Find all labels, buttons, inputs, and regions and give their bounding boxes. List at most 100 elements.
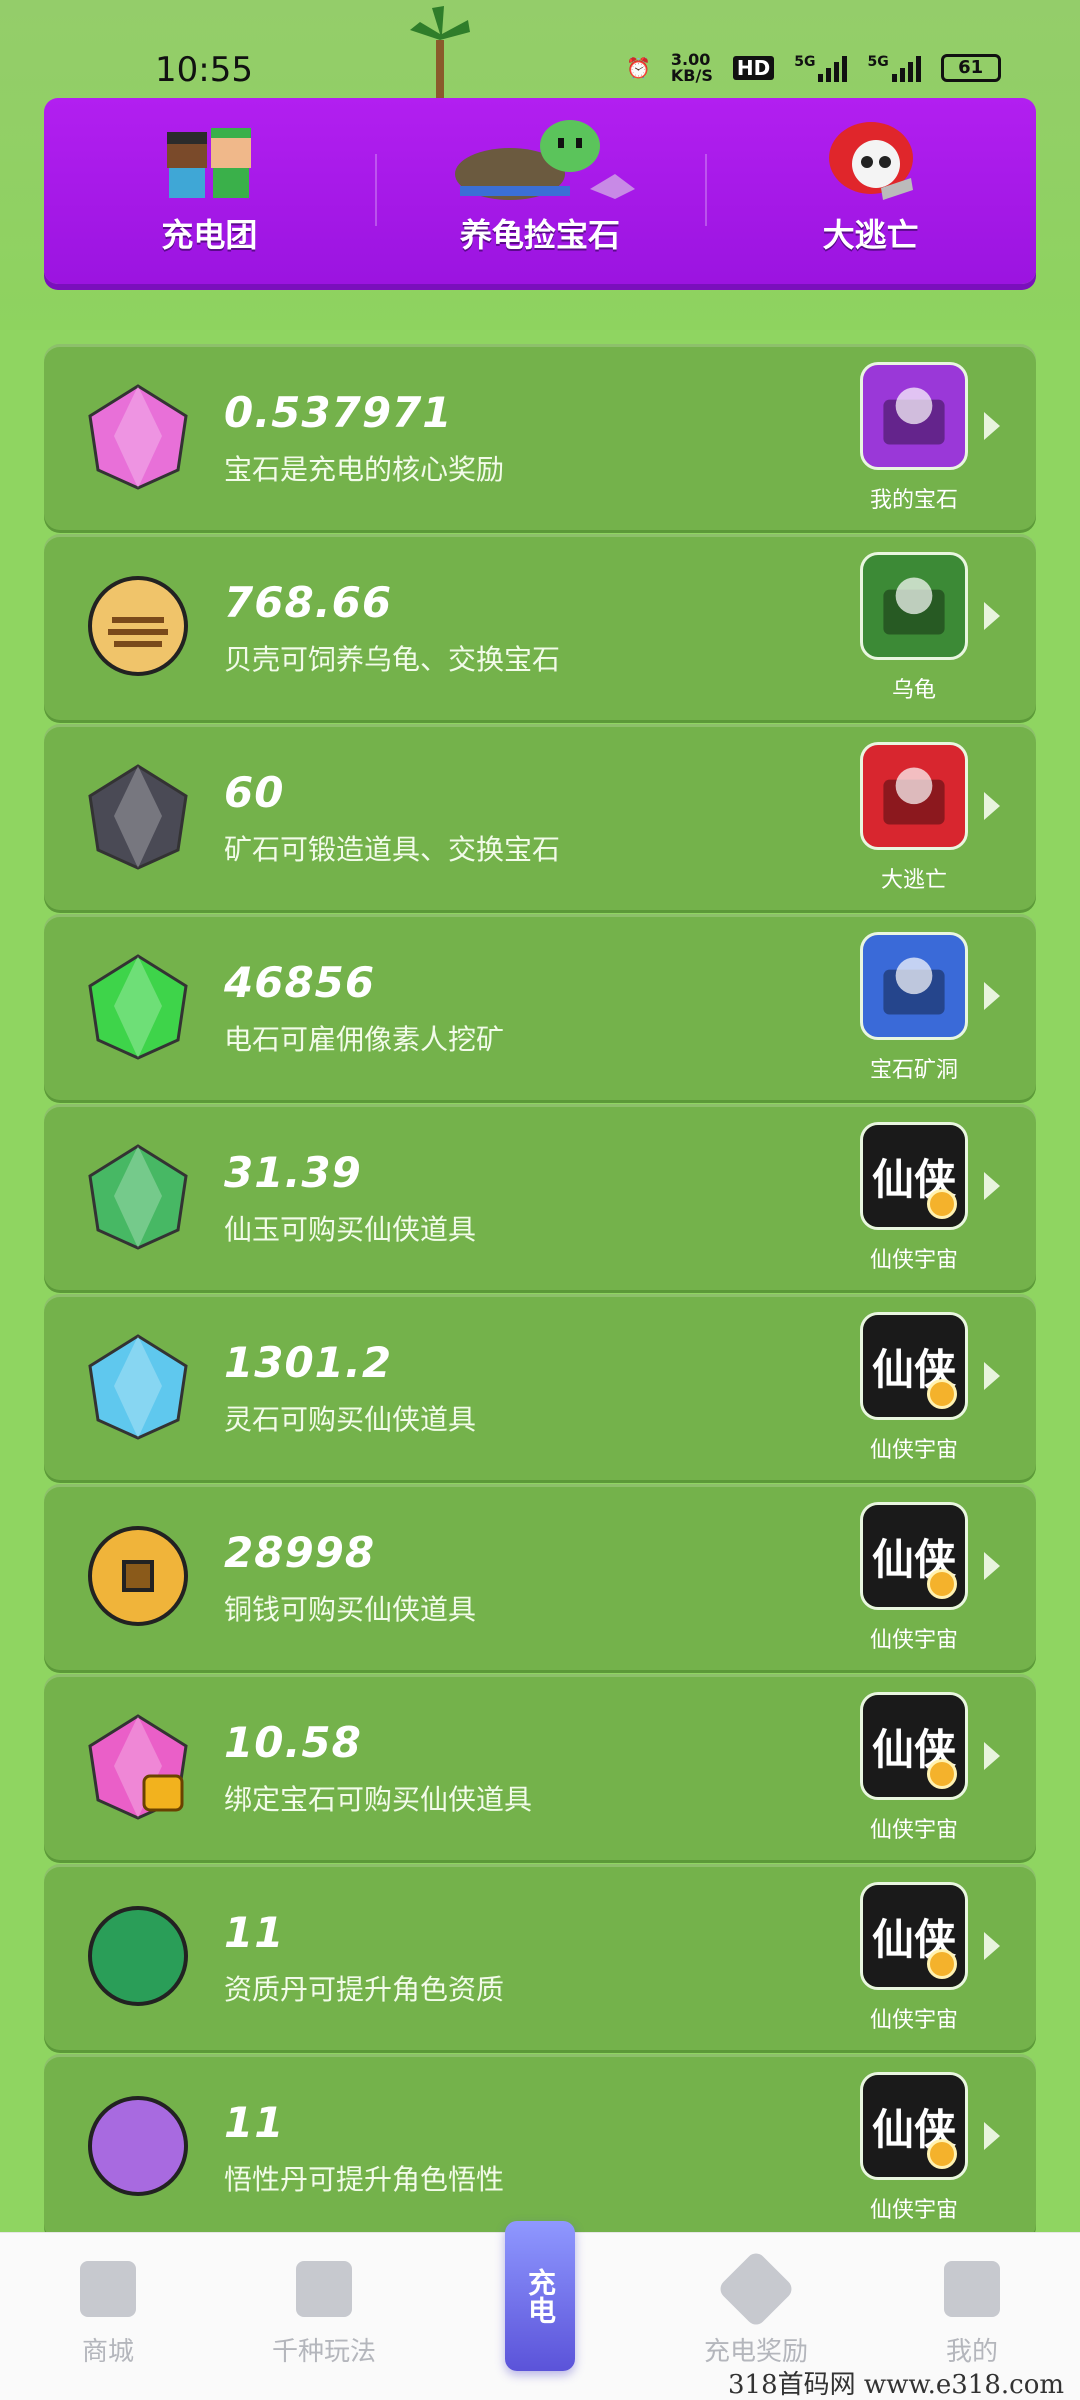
copper-coin-icon (88, 1526, 188, 1626)
chevron-right-icon[interactable] (984, 982, 1000, 1010)
shell-icon (88, 576, 188, 676)
currency-card[interactable]: 10.58 绑定宝石可购买仙侠道具 仙侠 仙侠宇宙 (44, 1674, 1036, 1860)
app-label: 仙侠宇宙 (869, 1438, 958, 1463)
app-label: 宝石矿洞 (869, 1058, 958, 1083)
banner-charge-group[interactable]: 充电团 (44, 98, 375, 284)
xianxia-icon[interactable]: 仙侠 (860, 1312, 968, 1420)
chevron-right-icon[interactable] (984, 602, 1000, 630)
currency-description: 宝石是充电的核心奖励 (224, 453, 505, 486)
charge-plug-icon: 充电 (505, 2221, 575, 2371)
currency-description: 矿石可锻造道具、交换宝石 (224, 833, 561, 866)
coin-badge-icon (927, 1949, 957, 1979)
currency-value: 60 (224, 768, 285, 817)
xianxia-icon[interactable]: 仙侠 (860, 1692, 968, 1800)
tab-label: 商城 (81, 2337, 134, 2367)
tab-label: 千种玩法 (271, 2337, 376, 2367)
characters-icon (167, 128, 252, 198)
turtle-icon-art (883, 577, 945, 635)
turtle-icon (455, 120, 635, 200)
gem-chest-icon-art (883, 387, 945, 445)
reward-icon (716, 2249, 796, 2329)
gem-chest-icon[interactable] (860, 362, 968, 470)
chevron-right-icon[interactable] (984, 1932, 1000, 1960)
coin-badge-icon (927, 1189, 957, 1219)
currency-value: 11 (224, 2098, 285, 2147)
turtle-icon[interactable] (860, 552, 968, 660)
electric-stone-icon (88, 954, 188, 1060)
chevron-right-icon[interactable] (984, 1552, 1000, 1580)
tab-label: 充电奖励 (703, 2337, 808, 2367)
status-time: 10:55 (155, 50, 253, 90)
mine-icon-art (883, 957, 945, 1015)
currency-description: 绑定宝石可购买仙侠道具 (224, 1783, 533, 1816)
currency-card[interactable]: 31.39 仙玉可购买仙侠道具 仙侠仙侠宇宙 (44, 1104, 1036, 1290)
banner-label: 充电团 (161, 216, 258, 254)
chevron-right-icon[interactable] (984, 1172, 1000, 1200)
hd-badge: HD (732, 56, 775, 80)
ore-icon (88, 764, 188, 870)
currency-card[interactable]: 768.66 贝壳可饲养乌龟、交换宝石 乌龟 (44, 534, 1036, 720)
app-label: 仙侠宇宙 (869, 1248, 958, 1273)
currency-card[interactable]: 46856 电石可雇佣像素人挖矿宝石矿洞 (44, 914, 1036, 1100)
coin-badge-icon (927, 2139, 957, 2169)
currency-card[interactable]: 28998 铜钱可购买仙侠道具 仙侠 仙侠宇宙 (44, 1484, 1036, 1670)
currency-value: 46856 (224, 958, 376, 1007)
alarm-icon: ⏰ (626, 56, 651, 80)
currency-card[interactable]: 11 资质丹可提升角色资质 仙侠仙侠宇宙 (44, 1864, 1036, 2050)
currency-description: 电石可雇佣像素人挖矿 (224, 1023, 505, 1056)
net-speed: 3.00 KB/S (670, 50, 713, 85)
green-pill-icon (88, 1906, 188, 2006)
xianxia-icon[interactable]: 仙侠 (860, 1502, 968, 1610)
chevron-right-icon[interactable] (984, 1362, 1000, 1390)
tab-label: 我的 (945, 2337, 998, 2367)
chevron-right-icon[interactable] (984, 412, 1000, 440)
currency-value: 31.39 (224, 1148, 362, 1197)
currency-list: 0.537971 宝石是充电的核心奖励 我的宝石 768.66 贝壳可饲养乌龟、交换宝石… (44, 344, 1036, 2244)
coin-badge-icon (927, 1759, 957, 1789)
currency-card[interactable]: 1301.2 灵石可购买仙侠道具 仙侠 仙侠宇宙 (44, 1294, 1036, 1480)
chevron-right-icon[interactable] (984, 792, 1000, 820)
shop-icon (80, 2261, 136, 2317)
chevron-right-icon[interactable] (984, 2122, 1000, 2150)
banner-escape[interactable]: 大逃亡 (705, 98, 1036, 284)
currency-description: 资质丹可提升角色资质 (224, 1973, 505, 2006)
banner-turtle-gems[interactable]: 养龟捡宝石 (374, 98, 706, 284)
xianxia-icon[interactable]: 仙侠 (860, 2072, 968, 2180)
skull-icon (828, 122, 913, 200)
currency-description: 铜钱可购买仙侠道具 (224, 1593, 477, 1626)
pink-gem-icon (88, 384, 188, 490)
mine-icon[interactable] (860, 932, 968, 1040)
currency-value: 28998 (224, 1528, 376, 1577)
tab-shop[interactable]: 商城 (0, 2233, 216, 2400)
locked-gem-icon (88, 1714, 188, 1820)
feature-banner: 充电团 养龟捡宝石 大逃亡 (44, 98, 1036, 284)
currency-value: 0.537971 (224, 388, 453, 437)
currency-value: 10.58 (224, 1718, 362, 1767)
currency-card[interactable]: 0.537971 宝石是充电的核心奖励 我的宝石 (44, 344, 1036, 530)
app-label: 仙侠宇宙 (869, 2198, 958, 2223)
signal-icon-2: 5G (867, 54, 921, 82)
coin-badge-icon (927, 1379, 957, 1409)
coin-badge-icon (927, 1569, 957, 1599)
signal-icon: 5G (794, 54, 848, 82)
status-bar: 10:55 ⏰ 3.00 KB/S HD 5G 5G 61 (0, 0, 1080, 100)
currency-value: 1301.2 (224, 1338, 393, 1387)
app-label: 仙侠宇宙 (869, 2008, 958, 2033)
currency-card[interactable]: 11 悟性丹可提升角色悟性 仙侠仙侠宇宙 (44, 2054, 1036, 2240)
purple-pill-icon (88, 2096, 188, 2196)
profile-icon (944, 2261, 1000, 2317)
watermark: 318首码网 www.e318.com (728, 2370, 1064, 2400)
currency-description: 仙玉可购买仙侠道具 (224, 1213, 477, 1246)
spirit-stone-icon (88, 1334, 188, 1440)
chevron-right-icon[interactable] (984, 1742, 1000, 1770)
tab-games[interactable]: 千种玩法 (216, 2233, 432, 2400)
skull-icon[interactable] (860, 742, 968, 850)
jade-icon (88, 1144, 188, 1250)
xianxia-icon[interactable]: 仙侠 (860, 1882, 968, 1990)
currency-description: 悟性丹可提升角色悟性 (224, 2163, 505, 2196)
skull-icon-art (883, 767, 945, 825)
currency-card[interactable]: 60 矿石可锻造道具、交换宝石 大逃亡 (44, 724, 1036, 910)
currency-value: 11 (224, 1908, 285, 1957)
xianxia-icon[interactable]: 仙侠 (860, 1122, 968, 1230)
tab-charge[interactable]: 充电 (432, 2221, 648, 2400)
